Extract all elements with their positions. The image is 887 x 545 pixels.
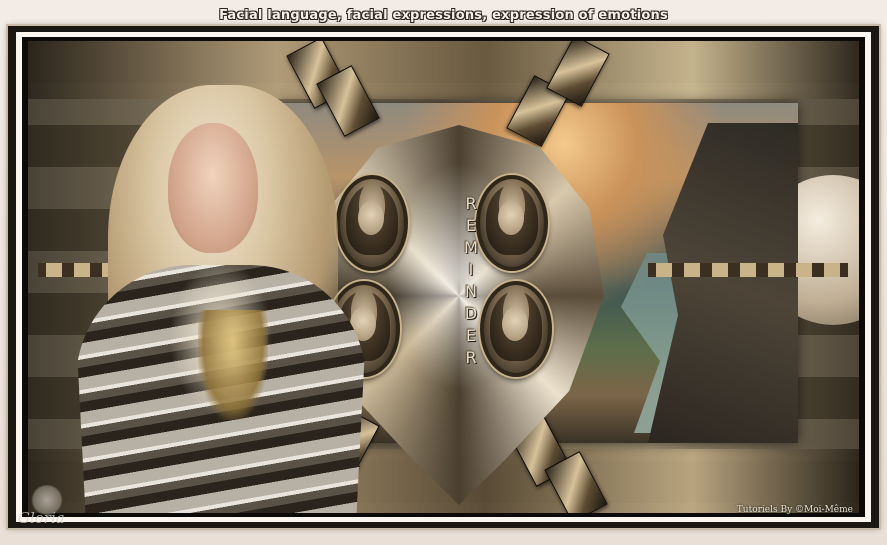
vertical-word-letter: R [465, 348, 477, 367]
vertical-word-letter: N [465, 282, 477, 301]
cameo-face [358, 201, 384, 235]
armored-woman-figure [68, 85, 366, 513]
page-title: Facial language, facial expressions, exp… [219, 8, 668, 23]
artwork-stage: REMINDER [28, 41, 859, 513]
credit-text: Tutoriels By ©Moi-Même [736, 505, 853, 515]
cameo-portrait-bottom-right [480, 281, 552, 377]
logo-signature: Gloria [18, 509, 65, 527]
chain-decoration-right [648, 263, 848, 277]
armor-gold-filigree [198, 310, 268, 420]
vertical-word-letter: D [464, 304, 478, 323]
artwork-canvas: Facial language, facial expressions, exp… [0, 0, 887, 545]
artist-logo: Gloria [14, 485, 94, 535]
vertical-word-letter: E [465, 216, 477, 235]
vertical-word: REMINDER [460, 196, 482, 366]
vertical-word-letter: R [465, 194, 477, 213]
cameo-face [502, 307, 528, 341]
vertical-word-letter: E [465, 326, 477, 345]
woman-face [168, 123, 258, 253]
cameo-face [498, 201, 524, 235]
vertical-word-letter: I [468, 260, 474, 279]
vertical-word-letter: M [464, 238, 478, 257]
cameo-portrait-top-right [476, 175, 548, 271]
